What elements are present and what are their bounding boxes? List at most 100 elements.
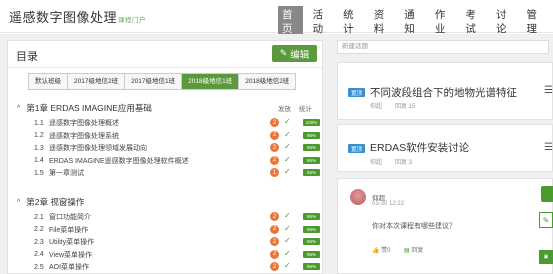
section-number: 1.5 bbox=[34, 169, 44, 177]
release-count-badge[interactable]: 2 bbox=[270, 143, 279, 152]
side-float-button[interactable] bbox=[541, 186, 553, 202]
section-number: 1.2 bbox=[34, 132, 44, 139]
thumbs-up-icon: 👍 bbox=[372, 248, 380, 254]
class-tab[interactable]: 2017级地信1班 bbox=[125, 74, 183, 89]
release-count-badge[interactable]: 2 bbox=[270, 262, 279, 271]
class-tab[interactable]: 默认班级 bbox=[29, 74, 68, 89]
side-doc-icon[interactable]: ✎ bbox=[539, 212, 553, 228]
reply-button[interactable]: ▤ 回复 bbox=[404, 245, 423, 254]
chapter-heading[interactable]: ^ 第2章 视窗操作 bbox=[17, 196, 84, 208]
post-card-2[interactable]: 置顶 ERDAS软件安装讨论 仰超 回复 3 ☰ bbox=[337, 124, 553, 172]
chapter-title: 第1章 ERDAS IMAGINE应用基础 bbox=[26, 103, 152, 113]
section-number: 2.3 bbox=[34, 238, 44, 246]
class-tabs: 默认班级 2017级地信2班 2017级地信1班 2018级地信1班 2018级地信2班 bbox=[28, 73, 297, 90]
release-count-badge[interactable]: 2 bbox=[270, 224, 279, 234]
edit-button[interactable]: ✎ 编辑 bbox=[272, 45, 317, 62]
section-number: 1.4 bbox=[34, 157, 44, 164]
post-title[interactable]: ERDAS软件安装讨论 bbox=[370, 140, 469, 155]
edit-icon: ✎ bbox=[279, 48, 288, 58]
avatar[interactable] bbox=[350, 189, 366, 205]
section-row[interactable]: 1.5 第一章测试 1 ✓ 65% bbox=[34, 167, 320, 178]
class-tab[interactable]: 2018级地信1班 bbox=[182, 74, 240, 89]
post-replies: 回复 3 bbox=[395, 160, 413, 166]
release-count-badge[interactable]: 2 bbox=[270, 249, 279, 259]
release-count-badge[interactable]: 2 bbox=[270, 130, 279, 140]
section-number: 2.1 bbox=[34, 213, 44, 221]
section-row[interactable]: 2.1 窗口功能简介 2 ✓ 96% bbox=[34, 211, 320, 222]
course-logo[interactable]: 遥感数字图像处理课程门户 bbox=[9, 7, 146, 26]
comment-card: 仰超 03-30 12:22 你对本次课程有哪些建议？ 👍 赞0 ▤ 回复 ☰ bbox=[337, 178, 553, 274]
chapter-title: 第2章 视窗操作 bbox=[26, 197, 85, 207]
class-tab[interactable]: 2017级地信2班 bbox=[68, 74, 126, 89]
check-icon: ✓ bbox=[284, 248, 291, 258]
wechat-icon[interactable]: ▣ bbox=[539, 250, 553, 264]
release-column-header: 发放 bbox=[278, 106, 291, 113]
check-icon: ✓ bbox=[284, 211, 291, 220]
catalog-panel: 目录 ✎ 编辑 默认班级 2017级地信2班 2017级地信1班 2018级地信1班 2… bbox=[7, 40, 323, 274]
completion-badge: 96% bbox=[303, 144, 320, 151]
check-icon: ✓ bbox=[284, 223, 291, 233]
check-icon: ✓ bbox=[284, 154, 291, 164]
section-row[interactable]: 2.4 View菜单操作 2 ✓ 96% bbox=[34, 248, 320, 260]
check-icon: ✓ bbox=[284, 142, 291, 151]
top-bar: 遥感数字图像处理课程门户 首页 活动 统计 资料 通知 作业 考试 讨论 管理 bbox=[0, 0, 553, 38]
comment-time: 03-30 12:22 bbox=[372, 201, 405, 207]
completion-badge: 65% bbox=[303, 169, 320, 176]
new-topic-input[interactable]: 新建话题 bbox=[337, 40, 549, 54]
section-row[interactable]: 1.1 遥感数字图像处理概述 2 ✓ 100% bbox=[34, 117, 320, 128]
post-replies: 回复 15 bbox=[395, 104, 416, 110]
post-author: 仰超 bbox=[370, 160, 383, 166]
reply-icon: ▤ bbox=[404, 248, 410, 254]
course-title: 遥感数字图像处理 bbox=[9, 10, 118, 25]
check-icon: ✓ bbox=[284, 261, 291, 270]
completion-badge: 96% bbox=[303, 225, 320, 233]
section-row[interactable]: 1.3 遥感数字图像处理领域发展动向 2 ✓ 96% bbox=[34, 142, 320, 153]
check-icon: ✓ bbox=[284, 236, 291, 245]
section-number: 1.3 bbox=[34, 144, 44, 152]
section-number: 2.4 bbox=[34, 251, 44, 258]
section-row[interactable]: 1.2 遥感数字图像处理系统 2 ✓ 96% bbox=[34, 129, 320, 141]
course-subtitle: 课程门户 bbox=[118, 17, 147, 24]
completion-badge: 96% bbox=[303, 156, 320, 164]
release-count-badge[interactable]: 2 bbox=[270, 237, 279, 246]
check-icon: ✓ bbox=[284, 129, 291, 139]
like-count: 赞0 bbox=[381, 248, 391, 254]
check-icon: ✓ bbox=[284, 167, 291, 176]
reply-label: 回复 bbox=[411, 248, 424, 254]
menu-icon[interactable]: ☰ bbox=[544, 86, 553, 96]
section-number: 1.1 bbox=[34, 119, 44, 127]
completion-badge: 96% bbox=[303, 213, 320, 220]
chapter-heading[interactable]: ^ 第1章 ERDAS IMAGINE应用基础 bbox=[17, 102, 152, 114]
release-count-badge[interactable]: 2 bbox=[270, 118, 279, 127]
comment-text: 你对本次课程有哪些建议？ bbox=[372, 223, 456, 230]
post-author: 仰超 bbox=[370, 104, 383, 110]
post-card-1[interactable]: 置顶 不同波段组合下的地物光谱特征 仰超 回复 15 ☰ bbox=[337, 62, 553, 120]
section-row[interactable]: 2.3 Utility菜单操作 2 ✓ 96% bbox=[34, 236, 320, 247]
release-count-badge[interactable]: 2 bbox=[270, 212, 279, 221]
release-count-badge[interactable]: 1 bbox=[270, 168, 279, 177]
collapse-caret-icon[interactable]: ^ bbox=[17, 105, 20, 112]
edit-label: 编辑 bbox=[290, 49, 310, 61]
class-tab[interactable]: 2018级地信2班 bbox=[239, 74, 296, 89]
post-title[interactable]: 不同波段组合下的地物光谱特征 bbox=[370, 85, 517, 100]
section-row[interactable]: 2.5 AOI菜单操作 2 ✓ 96% bbox=[34, 261, 320, 272]
stats-column-header: 统计 bbox=[299, 106, 312, 113]
completion-badge: 96% bbox=[303, 263, 320, 270]
section-row[interactable]: 1.4 ERDAS IMAGINE遥感数字图像处理软件概述 2 ✓ 96% bbox=[34, 154, 320, 166]
collapse-caret-icon[interactable]: ^ bbox=[17, 199, 20, 206]
completion-badge: 96% bbox=[303, 131, 320, 139]
completion-badge: 96% bbox=[303, 238, 320, 245]
section-number: 2.5 bbox=[34, 263, 44, 271]
pinned-badge: 置顶 bbox=[348, 88, 365, 97]
menu-icon[interactable]: ☰ bbox=[544, 143, 553, 153]
check-icon: ✓ bbox=[284, 117, 291, 126]
completion-badge: 100% bbox=[303, 119, 320, 126]
catalog-title: 目录 bbox=[16, 51, 38, 63]
section-number: 2.2 bbox=[34, 226, 44, 233]
release-count-badge[interactable]: 2 bbox=[270, 155, 279, 165]
completion-badge: 96% bbox=[303, 250, 320, 258]
section-row[interactable]: 2.2 File菜单操作 2 ✓ 96% bbox=[34, 223, 320, 235]
like-button[interactable]: 👍 赞0 bbox=[372, 245, 391, 254]
pinned-badge: 置顶 bbox=[348, 144, 365, 153]
divider bbox=[8, 67, 322, 68]
